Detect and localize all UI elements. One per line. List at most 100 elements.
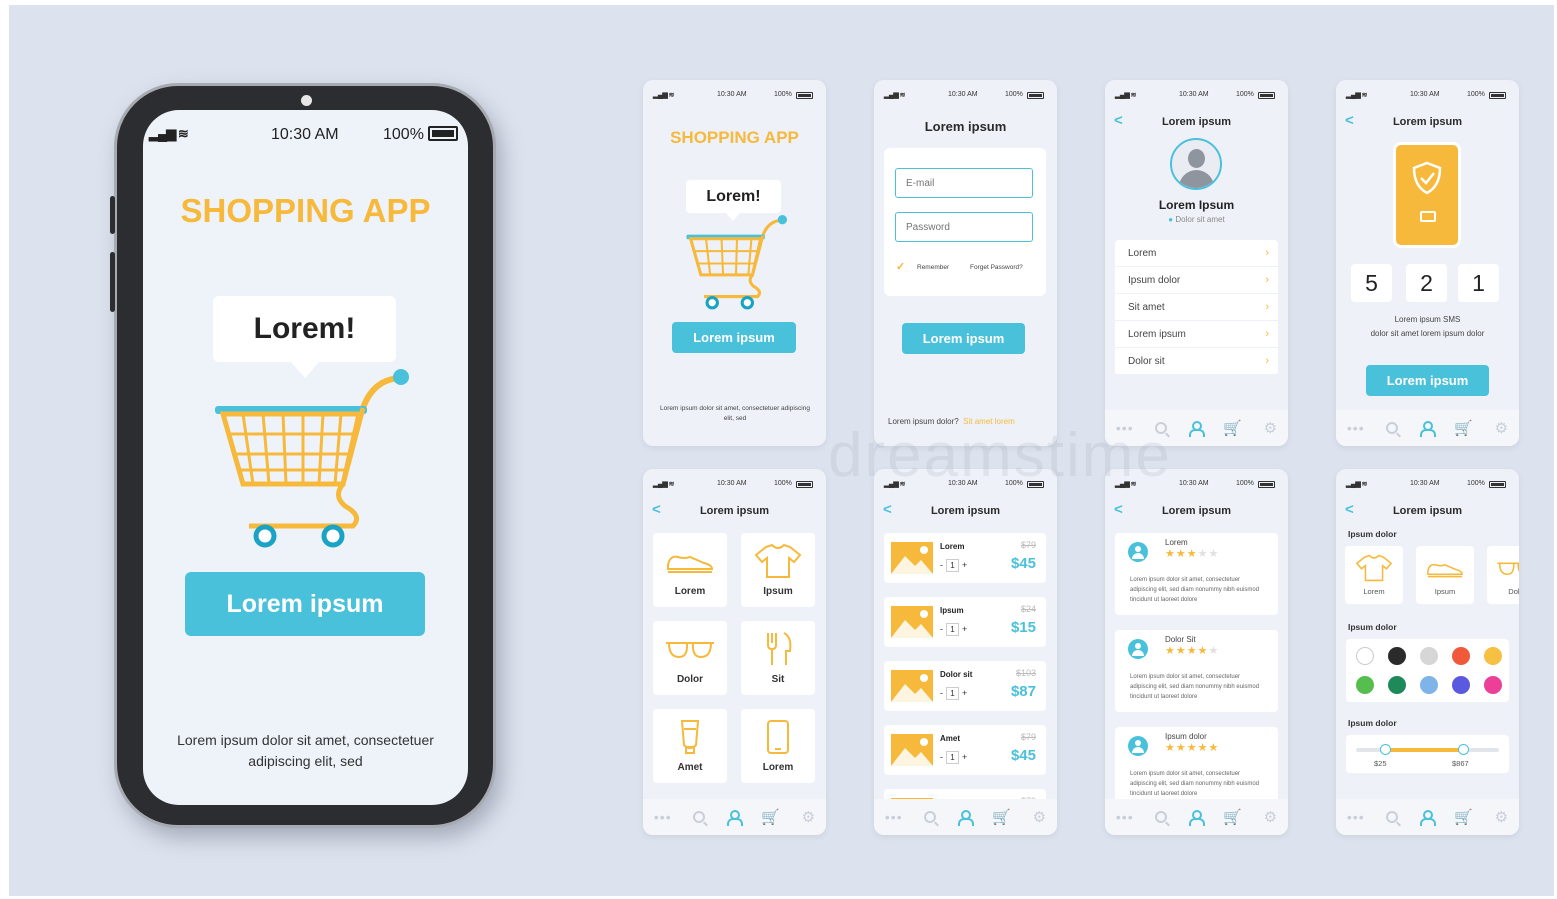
search-icon[interactable] xyxy=(1155,811,1168,823)
price: $45 xyxy=(1010,555,1036,572)
email-field[interactable] xyxy=(895,168,1033,198)
cart-icon[interactable]: 🛒 xyxy=(761,808,780,826)
signal-icon: ▂▄▆ ≋ xyxy=(653,92,675,99)
code-digit[interactable]: 1 xyxy=(1458,264,1499,302)
primary-button[interactable]: Lorem ipsum xyxy=(185,572,425,636)
cart-item[interactable]: Amet -1 + $79 $45 xyxy=(884,725,1046,775)
user-icon[interactable] xyxy=(727,810,744,826)
more-icon[interactable]: ••• xyxy=(1347,809,1365,825)
category-tile[interactable]: Lorem xyxy=(741,709,815,783)
login-button[interactable]: Lorem ipsum xyxy=(902,323,1025,354)
profile-menu-item[interactable]: Lorem › xyxy=(1115,240,1278,267)
password-field[interactable] xyxy=(895,212,1033,242)
page-title: Lorem ipsum xyxy=(924,119,1007,134)
category-tile[interactable]: Sit xyxy=(741,621,815,695)
more-icon[interactable]: ••• xyxy=(1116,809,1134,825)
user-icon[interactable] xyxy=(958,810,975,826)
quantity-stepper[interactable]: -1+ xyxy=(940,623,967,636)
user-icon[interactable] xyxy=(1189,810,1206,826)
category-tile[interactable]: Amet xyxy=(653,709,727,783)
code-digit[interactable]: 2 xyxy=(1406,264,1447,302)
color-palette xyxy=(1346,639,1509,702)
old-price: $79 xyxy=(1020,540,1036,550)
battery-icon xyxy=(1258,92,1275,99)
profile-menu-item[interactable]: Dolor sit › xyxy=(1115,348,1278,375)
minus-button[interactable]: - xyxy=(940,752,943,762)
category-tile[interactable]: Ipsum xyxy=(741,533,815,607)
profile-menu-item[interactable]: Lorem ipsum › xyxy=(1115,321,1278,348)
more-icon[interactable]: ••• xyxy=(1347,420,1365,436)
glasses-icon xyxy=(666,642,714,659)
search-icon[interactable] xyxy=(924,811,937,823)
minus-button[interactable]: - xyxy=(940,624,943,634)
avatar[interactable] xyxy=(1170,138,1222,190)
gear-icon[interactable]: ⚙ xyxy=(802,808,815,826)
filter-tile[interactable]: Lorem xyxy=(1345,546,1403,604)
color-swatch[interactable] xyxy=(1388,676,1406,694)
color-swatch[interactable] xyxy=(1484,676,1502,694)
search-icon[interactable] xyxy=(1386,422,1399,434)
user-icon[interactable] xyxy=(1420,810,1437,826)
cart-icon[interactable]: 🛒 xyxy=(1454,419,1473,437)
plus-button[interactable]: + xyxy=(962,752,967,762)
profile-menu-item[interactable]: Ipsum dolor › xyxy=(1115,267,1278,294)
color-swatch[interactable] xyxy=(1484,647,1502,665)
review-card: Lorem ★★★★★ Lorem ipsum dolor sit amet, co… xyxy=(1115,533,1278,615)
minus-button[interactable]: - xyxy=(940,688,943,698)
profile-menu-item[interactable]: Sit amet › xyxy=(1115,294,1278,321)
primary-button[interactable]: Lorem ipsum xyxy=(672,322,796,353)
battery-percent: 100% xyxy=(1236,91,1254,98)
price-slider-max-handle[interactable] xyxy=(1458,744,1470,755)
gear-icon[interactable]: ⚙ xyxy=(1495,808,1508,826)
quantity-stepper[interactable]: -1+ xyxy=(940,687,967,700)
star-icon: ★ xyxy=(1208,645,1220,657)
price-slider-track[interactable] xyxy=(1356,744,1499,755)
color-swatch[interactable] xyxy=(1452,676,1470,694)
gear-icon[interactable]: ⚙ xyxy=(1495,419,1508,437)
signal-icon: ▂▄▆ ≋ xyxy=(149,126,189,141)
bottom-nav: ••• 🛒 ⚙ xyxy=(874,799,1057,835)
gear-icon[interactable]: ⚙ xyxy=(1264,419,1277,437)
filter-tile[interactable]: Ipsum xyxy=(1416,546,1474,604)
forgot-password-link[interactable]: Forget Password? xyxy=(970,264,1023,271)
app-title: SHOPPING APP xyxy=(670,128,799,147)
quantity-stepper[interactable]: -1+ xyxy=(940,559,967,572)
user-icon[interactable] xyxy=(1420,421,1437,437)
plus-button[interactable]: + xyxy=(962,560,967,570)
gear-icon[interactable]: ⚙ xyxy=(1033,808,1046,826)
quantity-stepper[interactable]: -1+ xyxy=(940,751,967,764)
star-icon: ★ xyxy=(1165,645,1176,657)
battery-icon xyxy=(796,92,813,99)
minus-button[interactable]: - xyxy=(940,560,943,570)
signal-icon: ▂▄▆ ≋ xyxy=(1115,92,1137,99)
cart-item[interactable]: Lorem -1 + $79 $45 xyxy=(884,533,1046,583)
color-swatch[interactable] xyxy=(1388,647,1406,665)
price-slider-min-handle[interactable] xyxy=(1379,744,1391,755)
cart-icon[interactable]: 🛒 xyxy=(1223,419,1242,437)
filter-tile[interactable]: Dolo xyxy=(1487,546,1519,604)
user-icon[interactable] xyxy=(1189,421,1206,437)
verify-button[interactable]: Lorem ipsum xyxy=(1366,365,1489,396)
cart-icon[interactable]: 🛒 xyxy=(1223,808,1242,826)
cart-icon[interactable]: 🛒 xyxy=(1454,808,1473,826)
color-swatch[interactable] xyxy=(1420,676,1438,694)
cart-item[interactable]: Dolor sit -1 + $103 $87 xyxy=(884,661,1046,711)
color-swatch[interactable] xyxy=(1356,647,1374,665)
search-icon[interactable] xyxy=(1386,811,1399,823)
search-icon[interactable] xyxy=(693,811,706,823)
color-swatch[interactable] xyxy=(1356,676,1374,694)
status-time: 10:30 AM xyxy=(1410,480,1440,487)
cart-icon[interactable]: 🛒 xyxy=(992,808,1011,826)
gear-icon[interactable]: ⚙ xyxy=(1264,808,1277,826)
plus-button[interactable]: + xyxy=(962,688,967,698)
color-swatch[interactable] xyxy=(1452,647,1470,665)
remember-checkbox[interactable]: ✓ xyxy=(896,261,908,273)
more-icon[interactable]: ••• xyxy=(885,809,903,825)
color-swatch[interactable] xyxy=(1420,647,1438,665)
category-tile[interactable]: Dolor xyxy=(653,621,727,695)
plus-button[interactable]: + xyxy=(962,624,967,634)
more-icon[interactable]: ••• xyxy=(654,809,672,825)
cart-item[interactable]: Ipsum -1 + $24 $15 xyxy=(884,597,1046,647)
category-tile[interactable]: Lorem xyxy=(653,533,727,607)
code-digit[interactable]: 5 xyxy=(1351,264,1392,302)
